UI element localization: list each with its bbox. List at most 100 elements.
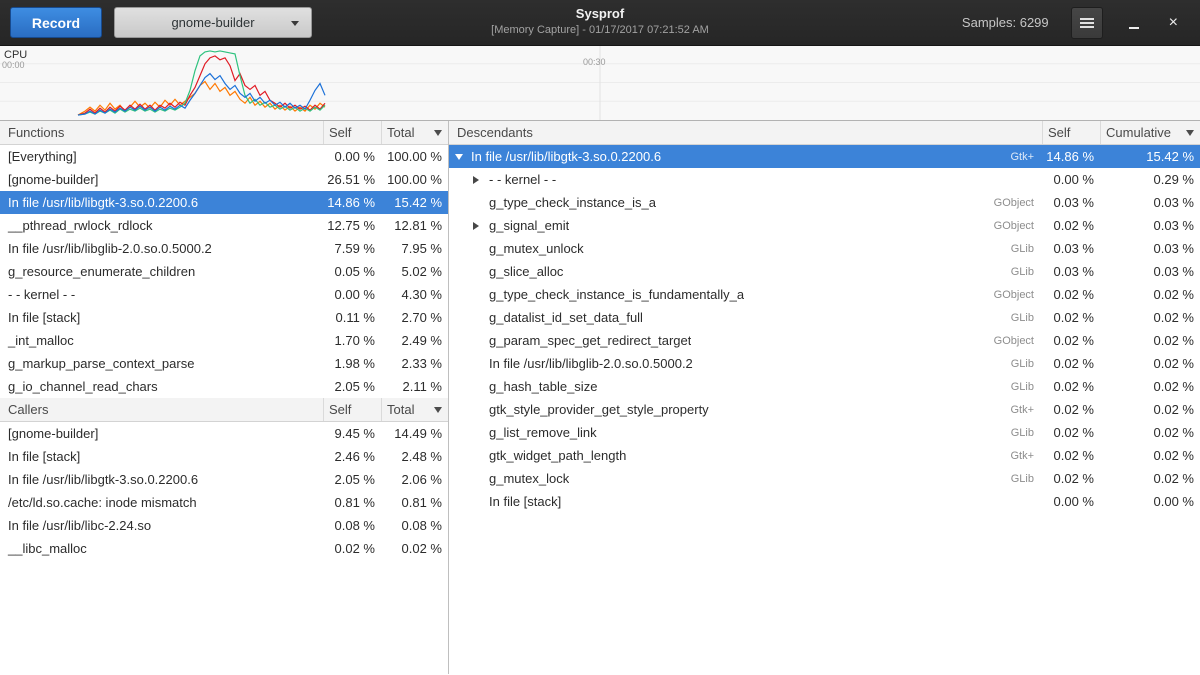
function-name: g_resource_enumerate_children (0, 264, 323, 279)
cumulative-value: 0.02 % (1100, 356, 1200, 371)
library-tag: Gtk+ (1010, 450, 1042, 462)
function-name: - - kernel - - (0, 287, 323, 302)
total-value: 2.06 % (381, 472, 448, 487)
record-button[interactable]: Record (10, 7, 102, 38)
table-row[interactable]: g_resource_enumerate_children0.05 %5.02 … (0, 260, 448, 283)
table-row[interactable]: g_io_channel_read_chars2.05 %2.11 % (0, 375, 448, 398)
cumulative-value: 0.02 % (1100, 448, 1200, 463)
expander-icon[interactable] (473, 176, 489, 184)
cumulative-value: 0.29 % (1100, 172, 1200, 187)
table-row[interactable]: In file /usr/lib/libgtk-3.so.0.2200.6Gtk… (449, 145, 1200, 168)
table-row[interactable]: - - kernel - -0.00 %0.29 % (449, 168, 1200, 191)
table-row[interactable]: In file [stack]2.46 %2.48 % (0, 445, 448, 468)
function-name: __libc_malloc (0, 541, 323, 556)
table-row[interactable]: In file /usr/lib/libgtk-3.so.0.2200.6 2.0… (0, 468, 448, 491)
table-row[interactable]: In file /usr/lib/libglib-2.0.so.0.5000.2… (449, 352, 1200, 375)
menu-button[interactable] (1071, 7, 1103, 39)
expander-icon[interactable] (473, 222, 489, 230)
function-name: In file /usr/lib/libgtk-3.so.0.2200.6 (0, 472, 323, 487)
descendants-column-header[interactable]: Descendants (449, 121, 1042, 144)
close-button[interactable]: × (1163, 13, 1184, 33)
function-name: [gnome-builder] (0, 426, 323, 441)
table-row[interactable]: In file /usr/lib/libc-2.24.so0.08 %0.08 … (0, 514, 448, 537)
table-row[interactable]: In file [stack]0.00 %0.00 % (449, 490, 1200, 513)
table-row[interactable]: g_mutex_lockGLib0.02 %0.02 % (449, 467, 1200, 490)
left-pane: Functions Self Total [Everything]0.00 %1… (0, 121, 449, 674)
self-column-header[interactable]: Self (323, 398, 381, 421)
tree-cell: g_type_check_instance_is_fundamentally_a (449, 287, 994, 302)
total-value: 14.49 % (381, 426, 448, 441)
tree-cell: gtk_widget_path_length (449, 448, 1010, 463)
cumulative-value: 0.02 % (1100, 287, 1200, 302)
function-name: g_mutex_lock (489, 471, 569, 486)
header-right-group: Samples: 6299 × (962, 7, 1200, 39)
total-value: 2.11 % (381, 379, 448, 394)
table-row[interactable]: g_type_check_instance_is_fundamentally_a… (449, 283, 1200, 306)
tree-cell: g_hash_table_size (449, 379, 1011, 394)
table-row[interactable]: gtk_style_provider_get_style_property Gtk… (449, 398, 1200, 421)
table-row[interactable]: g_list_remove_linkGLib0.02 %0.02 % (449, 421, 1200, 444)
table-row[interactable]: g_datalist_id_set_data_fullGLib0.02 %0.0… (449, 306, 1200, 329)
tree-cell: In file /usr/lib/libglib-2.0.so.0.5000.2 (449, 356, 1011, 371)
table-row[interactable]: [gnome-builder]26.51 %100.00 % (0, 168, 448, 191)
table-row[interactable]: _int_malloc1.70 %2.49 % (0, 329, 448, 352)
total-column-label: Total (387, 125, 414, 140)
function-name: g_io_channel_read_chars (0, 379, 323, 394)
tree-cell: gtk_style_provider_get_style_property (449, 402, 1010, 417)
function-name: In file /usr/lib/libglib-2.0.so.0.5000.2 (0, 241, 323, 256)
table-row[interactable]: - - kernel - -0.00 %4.30 % (0, 283, 448, 306)
total-value: 2.49 % (381, 333, 448, 348)
time-label-start: 00:00 (2, 60, 25, 70)
library-tag: Gtk+ (1010, 151, 1042, 163)
tree-cell: g_mutex_unlock (449, 241, 1011, 256)
self-value: 0.05 % (323, 264, 381, 279)
total-column-header[interactable]: Total (381, 398, 448, 421)
function-name: gtk_style_provider_get_style_property (489, 402, 709, 417)
self-value: 0.02 % (1042, 287, 1100, 302)
cpu-graph[interactable]: CPU 00:00 00:30 (0, 46, 1200, 121)
self-column-header[interactable]: Self (1042, 121, 1100, 144)
cumulative-value: 0.02 % (1100, 333, 1200, 348)
table-row[interactable]: [Everything]0.00 %100.00 % (0, 145, 448, 168)
library-tag: GLib (1011, 427, 1042, 439)
table-row[interactable]: gtk_widget_path_lengthGtk+0.02 %0.02 % (449, 444, 1200, 467)
table-row[interactable]: /etc/ld.so.cache: inode mismatch0.81 %0.… (0, 491, 448, 514)
headerbar: Record gnome-builder Sysprof [Memory Cap… (0, 0, 1200, 46)
table-row[interactable]: In file [stack]0.11 %2.70 % (0, 306, 448, 329)
cpu-orange-line (78, 82, 325, 116)
total-column-header[interactable]: Total (381, 121, 448, 144)
table-row[interactable]: g_hash_table_sizeGLib0.02 %0.02 % (449, 375, 1200, 398)
hamburger-icon (1080, 16, 1094, 30)
minimize-button[interactable] (1123, 15, 1145, 31)
table-row[interactable]: g_markup_parse_context_parse1.98 %2.33 % (0, 352, 448, 375)
self-value: 0.00 % (323, 287, 381, 302)
function-name: In file [stack] (0, 449, 323, 464)
table-row[interactable]: __pthread_rwlock_rdlock12.75 %12.81 % (0, 214, 448, 237)
process-selector-dropdown[interactable]: gnome-builder (114, 7, 312, 38)
callers-column-header[interactable]: Callers (0, 398, 323, 421)
self-value: 0.02 % (1042, 448, 1100, 463)
table-row[interactable]: g_mutex_unlockGLib0.03 %0.03 % (449, 237, 1200, 260)
table-row[interactable]: g_type_check_instance_is_aGObject0.03 %0… (449, 191, 1200, 214)
table-row[interactable]: In file /usr/lib/libglib-2.0.so.0.5000.2… (0, 237, 448, 260)
table-row[interactable]: g_slice_allocGLib0.03 %0.03 % (449, 260, 1200, 283)
self-value: 7.59 % (323, 241, 381, 256)
table-row[interactable]: In file /usr/lib/libgtk-3.so.0.2200.614.… (0, 191, 448, 214)
table-row[interactable]: g_signal_emitGObject0.02 %0.03 % (449, 214, 1200, 237)
cumulative-column-header[interactable]: Cumulative (1100, 121, 1200, 144)
total-value: 2.70 % (381, 310, 448, 325)
self-value: 1.70 % (323, 333, 381, 348)
self-value: 0.02 % (1042, 471, 1100, 486)
table-row[interactable]: [gnome-builder]9.45 %14.49 % (0, 422, 448, 445)
function-name: g_type_check_instance_is_fundamentally_a (489, 287, 744, 302)
expander-icon[interactable] (455, 154, 471, 160)
library-tag: Gtk+ (1010, 404, 1042, 416)
self-column-header[interactable]: Self (323, 121, 381, 144)
callers-panel: Callers Self Total [gnome-builder]9.45 %… (0, 398, 448, 560)
cumulative-value: 0.02 % (1100, 379, 1200, 394)
table-row[interactable]: g_param_spec_get_redirect_targetGObject0… (449, 329, 1200, 352)
total-value: 2.33 % (381, 356, 448, 371)
functions-column-header[interactable]: Functions (0, 121, 323, 144)
functions-table-header: Functions Self Total (0, 121, 448, 145)
table-row[interactable]: __libc_malloc0.02 %0.02 % (0, 537, 448, 560)
